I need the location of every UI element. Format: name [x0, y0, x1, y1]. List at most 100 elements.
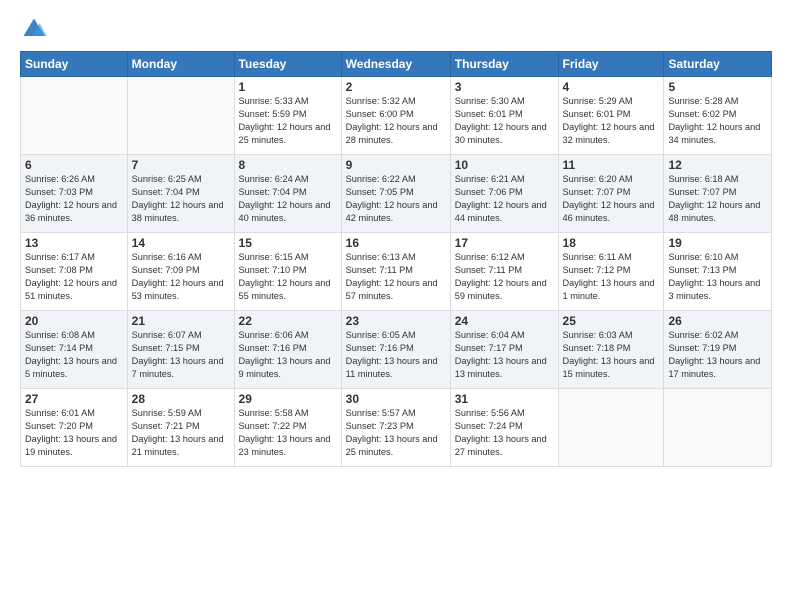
day-info: Sunrise: 6:02 AMSunset: 7:19 PMDaylight:… [668, 329, 767, 381]
calendar-cell: 14Sunrise: 6:16 AMSunset: 7:09 PMDayligh… [127, 233, 234, 311]
day-info: Sunrise: 6:25 AMSunset: 7:04 PMDaylight:… [132, 173, 230, 225]
day-info: Sunrise: 5:29 AMSunset: 6:01 PMDaylight:… [563, 95, 660, 147]
day-info: Sunrise: 6:08 AMSunset: 7:14 PMDaylight:… [25, 329, 123, 381]
day-info: Sunrise: 6:20 AMSunset: 7:07 PMDaylight:… [563, 173, 660, 225]
calendar-cell: 21Sunrise: 6:07 AMSunset: 7:15 PMDayligh… [127, 311, 234, 389]
day-info: Sunrise: 6:07 AMSunset: 7:15 PMDaylight:… [132, 329, 230, 381]
calendar-cell: 2Sunrise: 5:32 AMSunset: 6:00 PMDaylight… [341, 77, 450, 155]
day-info: Sunrise: 6:15 AMSunset: 7:10 PMDaylight:… [239, 251, 337, 303]
day-info: Sunrise: 5:33 AMSunset: 5:59 PMDaylight:… [239, 95, 337, 147]
day-number: 23 [346, 314, 446, 328]
day-number: 3 [455, 80, 554, 94]
day-number: 17 [455, 236, 554, 250]
calendar-cell: 5Sunrise: 5:28 AMSunset: 6:02 PMDaylight… [664, 77, 772, 155]
day-info: Sunrise: 6:24 AMSunset: 7:04 PMDaylight:… [239, 173, 337, 225]
calendar-cell [127, 77, 234, 155]
calendar-cell: 11Sunrise: 6:20 AMSunset: 7:07 PMDayligh… [558, 155, 664, 233]
calendar-cell: 20Sunrise: 6:08 AMSunset: 7:14 PMDayligh… [21, 311, 128, 389]
day-number: 21 [132, 314, 230, 328]
calendar-cell: 3Sunrise: 5:30 AMSunset: 6:01 PMDaylight… [450, 77, 558, 155]
day-number: 29 [239, 392, 337, 406]
day-info: Sunrise: 6:01 AMSunset: 7:20 PMDaylight:… [25, 407, 123, 459]
day-number: 31 [455, 392, 554, 406]
calendar-cell [664, 389, 772, 467]
day-number: 10 [455, 158, 554, 172]
day-number: 7 [132, 158, 230, 172]
logo-icon [20, 15, 48, 43]
calendar-cell: 23Sunrise: 6:05 AMSunset: 7:16 PMDayligh… [341, 311, 450, 389]
day-number: 9 [346, 158, 446, 172]
logo [20, 15, 50, 43]
calendar-cell: 29Sunrise: 5:58 AMSunset: 7:22 PMDayligh… [234, 389, 341, 467]
calendar-cell: 1Sunrise: 5:33 AMSunset: 5:59 PMDaylight… [234, 77, 341, 155]
day-number: 19 [668, 236, 767, 250]
calendar-cell: 15Sunrise: 6:15 AMSunset: 7:10 PMDayligh… [234, 233, 341, 311]
calendar-table: SundayMondayTuesdayWednesdayThursdayFrid… [20, 51, 772, 467]
calendar-cell: 10Sunrise: 6:21 AMSunset: 7:06 PMDayligh… [450, 155, 558, 233]
day-info: Sunrise: 6:10 AMSunset: 7:13 PMDaylight:… [668, 251, 767, 303]
calendar-cell: 18Sunrise: 6:11 AMSunset: 7:12 PMDayligh… [558, 233, 664, 311]
day-info: Sunrise: 5:58 AMSunset: 7:22 PMDaylight:… [239, 407, 337, 459]
calendar-week-row: 13Sunrise: 6:17 AMSunset: 7:08 PMDayligh… [21, 233, 772, 311]
calendar-cell: 12Sunrise: 6:18 AMSunset: 7:07 PMDayligh… [664, 155, 772, 233]
day-number: 4 [563, 80, 660, 94]
weekday-header: Saturday [664, 52, 772, 77]
calendar-cell: 7Sunrise: 6:25 AMSunset: 7:04 PMDaylight… [127, 155, 234, 233]
calendar-cell: 4Sunrise: 5:29 AMSunset: 6:01 PMDaylight… [558, 77, 664, 155]
calendar-cell [21, 77, 128, 155]
day-info: Sunrise: 6:06 AMSunset: 7:16 PMDaylight:… [239, 329, 337, 381]
calendar-cell: 22Sunrise: 6:06 AMSunset: 7:16 PMDayligh… [234, 311, 341, 389]
day-info: Sunrise: 6:22 AMSunset: 7:05 PMDaylight:… [346, 173, 446, 225]
day-info: Sunrise: 5:59 AMSunset: 7:21 PMDaylight:… [132, 407, 230, 459]
day-number: 20 [25, 314, 123, 328]
weekday-header: Monday [127, 52, 234, 77]
day-number: 30 [346, 392, 446, 406]
day-info: Sunrise: 6:18 AMSunset: 7:07 PMDaylight:… [668, 173, 767, 225]
day-number: 5 [668, 80, 767, 94]
day-number: 27 [25, 392, 123, 406]
calendar-cell: 8Sunrise: 6:24 AMSunset: 7:04 PMDaylight… [234, 155, 341, 233]
day-info: Sunrise: 6:12 AMSunset: 7:11 PMDaylight:… [455, 251, 554, 303]
calendar-cell: 6Sunrise: 6:26 AMSunset: 7:03 PMDaylight… [21, 155, 128, 233]
calendar-week-row: 1Sunrise: 5:33 AMSunset: 5:59 PMDaylight… [21, 77, 772, 155]
calendar-week-row: 6Sunrise: 6:26 AMSunset: 7:03 PMDaylight… [21, 155, 772, 233]
calendar-cell: 13Sunrise: 6:17 AMSunset: 7:08 PMDayligh… [21, 233, 128, 311]
calendar-header-row: SundayMondayTuesdayWednesdayThursdayFrid… [21, 52, 772, 77]
day-number: 26 [668, 314, 767, 328]
calendar-cell: 17Sunrise: 6:12 AMSunset: 7:11 PMDayligh… [450, 233, 558, 311]
weekday-header: Thursday [450, 52, 558, 77]
calendar-cell: 26Sunrise: 6:02 AMSunset: 7:19 PMDayligh… [664, 311, 772, 389]
day-number: 16 [346, 236, 446, 250]
day-info: Sunrise: 5:28 AMSunset: 6:02 PMDaylight:… [668, 95, 767, 147]
day-number: 22 [239, 314, 337, 328]
day-number: 8 [239, 158, 337, 172]
day-info: Sunrise: 6:13 AMSunset: 7:11 PMDaylight:… [346, 251, 446, 303]
calendar-cell [558, 389, 664, 467]
calendar-cell: 24Sunrise: 6:04 AMSunset: 7:17 PMDayligh… [450, 311, 558, 389]
weekday-header: Wednesday [341, 52, 450, 77]
weekday-header: Tuesday [234, 52, 341, 77]
calendar-week-row: 27Sunrise: 6:01 AMSunset: 7:20 PMDayligh… [21, 389, 772, 467]
weekday-header: Sunday [21, 52, 128, 77]
day-number: 13 [25, 236, 123, 250]
calendar-cell: 19Sunrise: 6:10 AMSunset: 7:13 PMDayligh… [664, 233, 772, 311]
day-number: 11 [563, 158, 660, 172]
day-info: Sunrise: 6:21 AMSunset: 7:06 PMDaylight:… [455, 173, 554, 225]
page-header [20, 15, 772, 43]
day-number: 18 [563, 236, 660, 250]
day-number: 2 [346, 80, 446, 94]
day-info: Sunrise: 5:56 AMSunset: 7:24 PMDaylight:… [455, 407, 554, 459]
day-info: Sunrise: 6:04 AMSunset: 7:17 PMDaylight:… [455, 329, 554, 381]
day-info: Sunrise: 5:32 AMSunset: 6:00 PMDaylight:… [346, 95, 446, 147]
day-info: Sunrise: 5:57 AMSunset: 7:23 PMDaylight:… [346, 407, 446, 459]
calendar-cell: 9Sunrise: 6:22 AMSunset: 7:05 PMDaylight… [341, 155, 450, 233]
day-number: 1 [239, 80, 337, 94]
day-info: Sunrise: 6:16 AMSunset: 7:09 PMDaylight:… [132, 251, 230, 303]
day-info: Sunrise: 6:03 AMSunset: 7:18 PMDaylight:… [563, 329, 660, 381]
day-info: Sunrise: 6:11 AMSunset: 7:12 PMDaylight:… [563, 251, 660, 303]
day-info: Sunrise: 6:26 AMSunset: 7:03 PMDaylight:… [25, 173, 123, 225]
day-info: Sunrise: 6:17 AMSunset: 7:08 PMDaylight:… [25, 251, 123, 303]
day-number: 12 [668, 158, 767, 172]
day-info: Sunrise: 5:30 AMSunset: 6:01 PMDaylight:… [455, 95, 554, 147]
day-info: Sunrise: 6:05 AMSunset: 7:16 PMDaylight:… [346, 329, 446, 381]
